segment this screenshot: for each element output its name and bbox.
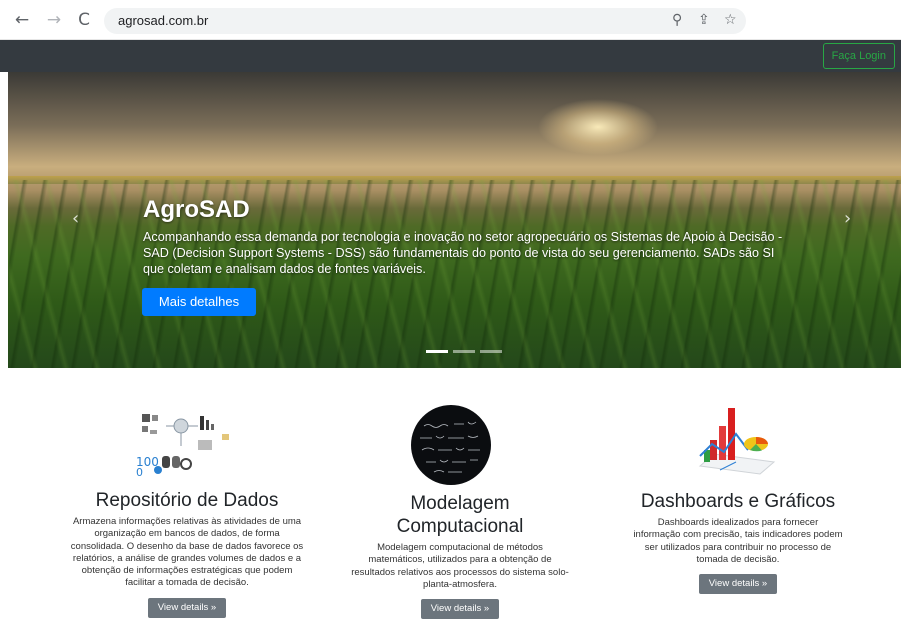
carousel-title: AgroSAD bbox=[143, 196, 250, 223]
zoom-icon[interactable]: ⚲ bbox=[672, 12, 682, 28]
feature-text: Modelagem computacional de métodos matem… bbox=[351, 542, 569, 590]
view-details-button[interactable]: View details » bbox=[147, 597, 227, 618]
hero-carousel: ‹ › AgroSAD Acompanhando essa demanda po… bbox=[8, 72, 901, 368]
address-bar[interactable]: agrosad.com.br ⚲ ⇪ ☆ bbox=[104, 8, 746, 34]
url-text[interactable]: agrosad.com.br bbox=[118, 13, 208, 28]
carousel-text: Acompanhando essa demanda por tecnologia… bbox=[143, 230, 783, 276]
chart-icon bbox=[698, 408, 776, 475]
view-details-button[interactable]: View details » bbox=[698, 574, 778, 595]
more-details-button[interactable]: Mais detalhes bbox=[142, 288, 256, 316]
share-icon[interactable]: ⇪ bbox=[698, 12, 710, 28]
chevron-right-icon[interactable]: › bbox=[844, 208, 851, 229]
feature-text: Dashboards idealizados para fornecer inf… bbox=[633, 517, 843, 565]
feature-modelagem: Modelagem Computacional Modelagem comput… bbox=[340, 492, 580, 620]
view-details-button[interactable]: View details » bbox=[420, 599, 500, 620]
svg-text:0: 0 bbox=[136, 466, 143, 479]
feature-title: Repositório de Dados bbox=[95, 490, 279, 511]
browser-toolbar: ← → C agrosad.com.br ⚲ ⇪ ☆ bbox=[0, 0, 901, 40]
reload-icon[interactable]: C bbox=[74, 10, 94, 30]
bookmark-star-icon[interactable]: ☆ bbox=[724, 12, 737, 28]
chevron-left-icon[interactable]: ‹ bbox=[72, 208, 79, 229]
feature-text: Armazena informações relativas às ativid… bbox=[70, 516, 304, 589]
math-equations-icon bbox=[411, 405, 491, 485]
carousel-indicator-3[interactable] bbox=[480, 350, 502, 353]
carousel-indicators bbox=[426, 350, 506, 354]
back-icon[interactable]: ← bbox=[12, 10, 32, 30]
feature-dashboards: Dashboards e Gráficos Dashboards idealiz… bbox=[610, 490, 866, 595]
feature-title: Modelagem Computacional bbox=[396, 493, 524, 537]
forward-icon[interactable]: → bbox=[44, 10, 64, 30]
login-button[interactable]: Faça Login bbox=[822, 43, 895, 69]
carousel-indicator-1[interactable] bbox=[426, 350, 448, 353]
database-diagram-icon: 100 0 bbox=[136, 414, 229, 479]
feature-title: Dashboards e Gráficos bbox=[640, 491, 836, 512]
feature-repositorio: Repositório de Dados Armazena informaçõe… bbox=[62, 489, 312, 618]
site-navbar: Faça Login bbox=[0, 40, 901, 72]
carousel-indicator-2[interactable] bbox=[453, 350, 475, 353]
